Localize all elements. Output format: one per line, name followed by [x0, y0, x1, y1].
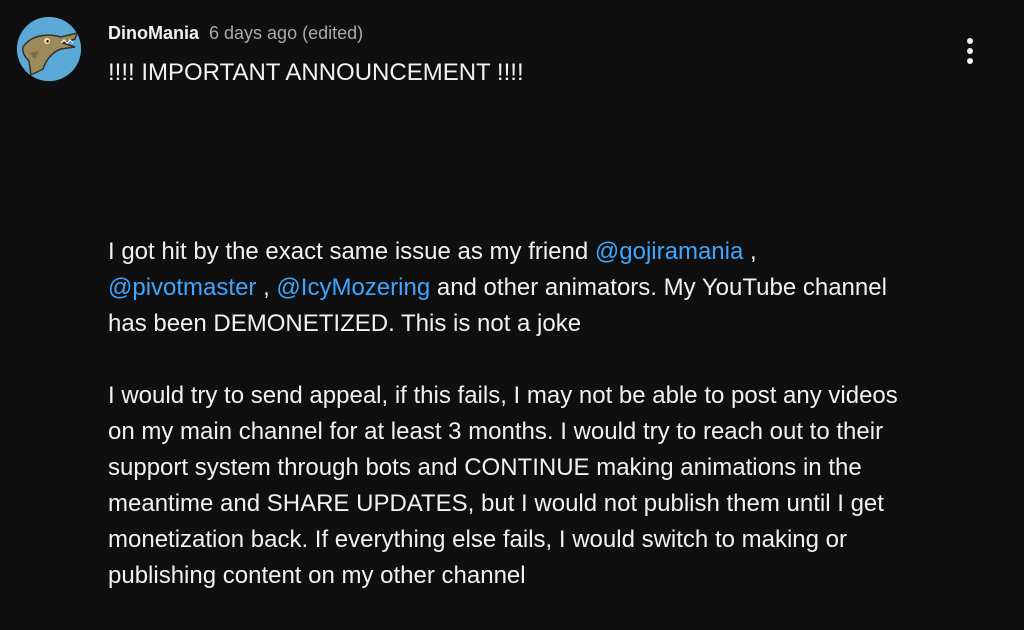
- announcement-line: !!!! IMPORTANT ANNOUNCEMENT !!!!: [108, 59, 524, 86]
- comment-thread: DinoMania 6 days ago (edited) !!!! IMPORT…: [0, 0, 1024, 589]
- comment-paragraph: I got hit by the exact same issue as my …: [108, 234, 928, 342]
- more-vertical-icon: [967, 38, 973, 44]
- comment-paragraph: I would try to send appeal, if this fail…: [108, 382, 898, 589]
- dinosaur-avatar-icon: [17, 17, 81, 81]
- comment-body: I got hit by the exact same issue as my …: [108, 234, 928, 630]
- avatar[interactable]: [17, 17, 81, 81]
- comment-timestamp[interactable]: 6 days ago (edited): [209, 23, 363, 43]
- mention-link[interactable]: @gojiramania: [595, 238, 743, 265]
- more-vertical-icon: [967, 58, 973, 64]
- separator-text: ,: [256, 274, 277, 301]
- more-vertical-icon: [967, 48, 973, 54]
- paragraph-text: I got hit by the exact same issue as my …: [108, 238, 595, 265]
- comment-header: DinoMania 6 days ago (edited): [108, 21, 363, 45]
- author-name[interactable]: DinoMania: [108, 23, 199, 43]
- mention-link[interactable]: @pivotmaster: [108, 274, 256, 301]
- mention-link[interactable]: @IcyMozering: [276, 274, 430, 301]
- more-options-button[interactable]: [955, 32, 985, 70]
- separator-text: ,: [743, 238, 757, 265]
